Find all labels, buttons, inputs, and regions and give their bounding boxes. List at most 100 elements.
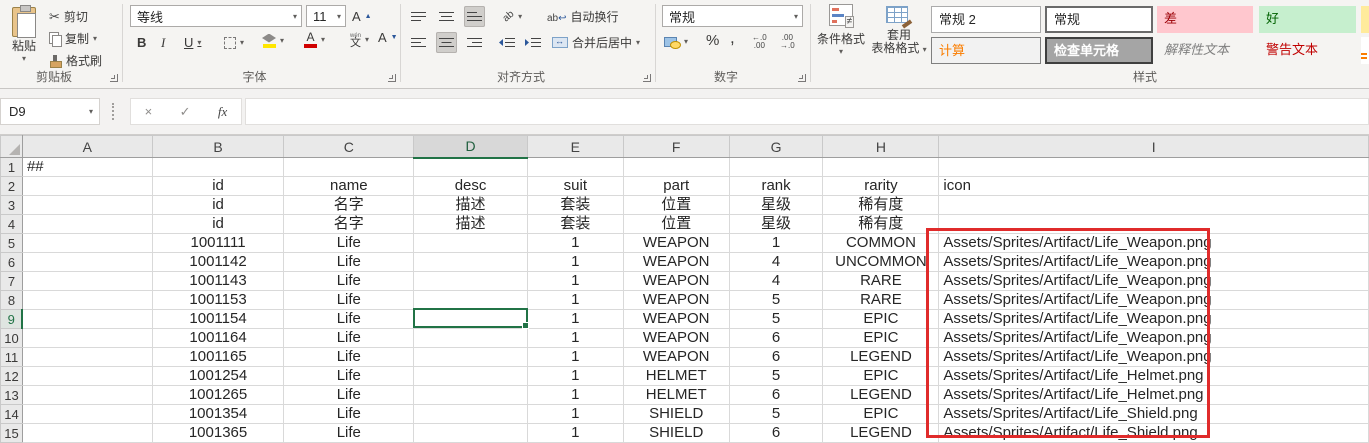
cell-C3[interactable]: 名字 — [284, 196, 414, 215]
cell-H7[interactable]: RARE — [823, 272, 939, 291]
cell-E2[interactable]: suit — [527, 177, 623, 196]
cell-I6[interactable]: Assets/Sprites/Artifact/Life_Weapon.png — [939, 253, 1369, 272]
select-all-corner[interactable] — [1, 136, 23, 158]
cell-F7[interactable]: WEAPON — [623, 272, 729, 291]
cell-H9[interactable]: EPIC — [823, 310, 939, 329]
cell-I10[interactable]: Assets/Sprites/Artifact/Life_Weapon.png — [939, 329, 1369, 348]
row-header-12[interactable]: 12 — [1, 367, 23, 386]
font-name-select[interactable]: 等线 ▾ — [130, 5, 302, 27]
cell-B15[interactable]: 1001365 — [152, 424, 284, 443]
cell-G5[interactable]: 1 — [729, 234, 823, 253]
cell-H11[interactable]: LEGEND — [823, 348, 939, 367]
cell-F9[interactable]: WEAPON — [623, 310, 729, 329]
cell-B2[interactable]: id — [152, 177, 284, 196]
wrap-text-button[interactable]: ab↩ 自动换行 — [544, 6, 622, 27]
align-center-button[interactable] — [436, 32, 457, 53]
cell-G7[interactable]: 4 — [729, 272, 823, 291]
cell-I8[interactable]: Assets/Sprites/Artifact/Life_Weapon.png — [939, 291, 1369, 310]
cell-I14[interactable]: Assets/Sprites/Artifact/Life_Shield.png — [939, 405, 1369, 424]
cell-I1[interactable] — [939, 158, 1369, 177]
column-header-D[interactable]: D — [414, 136, 528, 158]
cell-D11[interactable] — [414, 348, 528, 367]
cell-style-good[interactable]: 好 — [1259, 6, 1356, 33]
cell-C2[interactable]: name — [284, 177, 414, 196]
formula-input[interactable] — [245, 98, 1369, 125]
orientation-button[interactable]: ab ▾ — [500, 6, 525, 27]
cell-style-warning-text[interactable]: 警告文本 — [1259, 37, 1356, 64]
font-color-button[interactable]: A ▾ — [301, 29, 328, 50]
paste-button[interactable]: 粘贴 ▾ — [6, 4, 42, 78]
cell-F10[interactable]: WEAPON — [623, 329, 729, 348]
cell-H2[interactable]: rarity — [823, 177, 939, 196]
cell-G9[interactable]: 5 — [729, 310, 823, 329]
cell-H10[interactable]: EPIC — [823, 329, 939, 348]
cell-E14[interactable]: 1 — [527, 405, 623, 424]
align-middle-button[interactable] — [436, 6, 457, 27]
row-header-11[interactable]: 11 — [1, 348, 23, 367]
cell-A11[interactable] — [22, 348, 152, 367]
cell-I12[interactable]: Assets/Sprites/Artifact/Life_Helmet.png — [939, 367, 1369, 386]
cell-G4[interactable]: 星级 — [729, 215, 823, 234]
insert-function-button[interactable]: fx — [218, 104, 227, 120]
cell-A10[interactable] — [22, 329, 152, 348]
row-header-2[interactable]: 2 — [1, 177, 23, 196]
accounting-format-button[interactable]: ▾ — [661, 31, 691, 52]
column-header-G[interactable]: G — [729, 136, 823, 158]
cell-E7[interactable]: 1 — [527, 272, 623, 291]
cell-style-bad[interactable]: 差 — [1157, 6, 1253, 33]
conditional-formatting-button[interactable]: ≠ 条件格式 ▾ — [815, 4, 867, 56]
cell-D3[interactable]: 描述 — [414, 196, 528, 215]
cell-F5[interactable]: WEAPON — [623, 234, 729, 253]
cell-B5[interactable]: 1001111 — [152, 234, 284, 253]
decrease-decimal-button[interactable]: .00→.0 — [777, 31, 798, 52]
cell-F4[interactable]: 位置 — [623, 215, 729, 234]
cell-H4[interactable]: 稀有度 — [823, 215, 939, 234]
format-as-table-button[interactable]: 套用 表格格式 ▾ — [869, 4, 929, 56]
column-header-B[interactable]: B — [152, 136, 284, 158]
cell-D6[interactable] — [414, 253, 528, 272]
borders-button[interactable]: ▾ — [221, 32, 247, 53]
column-header-E[interactable]: E — [527, 136, 623, 158]
font-size-select[interactable]: 11 ▾ — [306, 5, 346, 27]
percent-style-button[interactable]: % — [703, 30, 722, 51]
cell-C8[interactable]: Life — [284, 291, 414, 310]
row-header-1[interactable]: 1 — [1, 158, 23, 177]
cell-E8[interactable]: 1 — [527, 291, 623, 310]
column-header-F[interactable]: F — [623, 136, 729, 158]
row-header-6[interactable]: 6 — [1, 253, 23, 272]
cell-style-normal[interactable]: 常规 — [1045, 6, 1153, 33]
cell-I4[interactable] — [939, 215, 1369, 234]
formula-bar-divider[interactable] — [112, 103, 114, 120]
cell-G11[interactable]: 6 — [729, 348, 823, 367]
column-header-I[interactable]: I — [939, 136, 1369, 158]
cell-G8[interactable]: 5 — [729, 291, 823, 310]
cell-F8[interactable]: WEAPON — [623, 291, 729, 310]
cell-F12[interactable]: HELMET — [623, 367, 729, 386]
cell-E9[interactable]: 1 — [527, 310, 623, 329]
cell-B4[interactable]: id — [152, 215, 284, 234]
cell-B8[interactable]: 1001153 — [152, 291, 284, 310]
cell-I2[interactable]: icon — [939, 177, 1369, 196]
cell-B1[interactable] — [152, 158, 284, 177]
cell-F1[interactable] — [623, 158, 729, 177]
cell-H3[interactable]: 稀有度 — [823, 196, 939, 215]
cell-B14[interactable]: 1001354 — [152, 405, 284, 424]
cell-E11[interactable]: 1 — [527, 348, 623, 367]
cell-D9[interactable] — [414, 310, 528, 329]
comma-style-button[interactable]: , — [727, 27, 738, 48]
cell-I7[interactable]: Assets/Sprites/Artifact/Life_Weapon.png — [939, 272, 1369, 291]
font-dialog-launcher[interactable] — [388, 74, 396, 82]
cell-G10[interactable]: 6 — [729, 329, 823, 348]
align-right-button[interactable] — [464, 32, 485, 53]
cell-I13[interactable]: Assets/Sprites/Artifact/Life_Helmet.png — [939, 386, 1369, 405]
cell-I9[interactable]: Assets/Sprites/Artifact/Life_Weapon.png — [939, 310, 1369, 329]
cell-E5[interactable]: 1 — [527, 234, 623, 253]
cell-D8[interactable] — [414, 291, 528, 310]
cell-A3[interactable] — [22, 196, 152, 215]
merge-center-button[interactable]: 合并后居中 ▾ — [549, 32, 643, 53]
align-left-button[interactable] — [408, 32, 429, 53]
cell-E6[interactable]: 1 — [527, 253, 623, 272]
cell-style-normal2[interactable]: 常规 2 — [931, 6, 1041, 33]
cell-G14[interactable]: 5 — [729, 405, 823, 424]
cell-style-calculation[interactable]: 计算 — [931, 37, 1041, 64]
